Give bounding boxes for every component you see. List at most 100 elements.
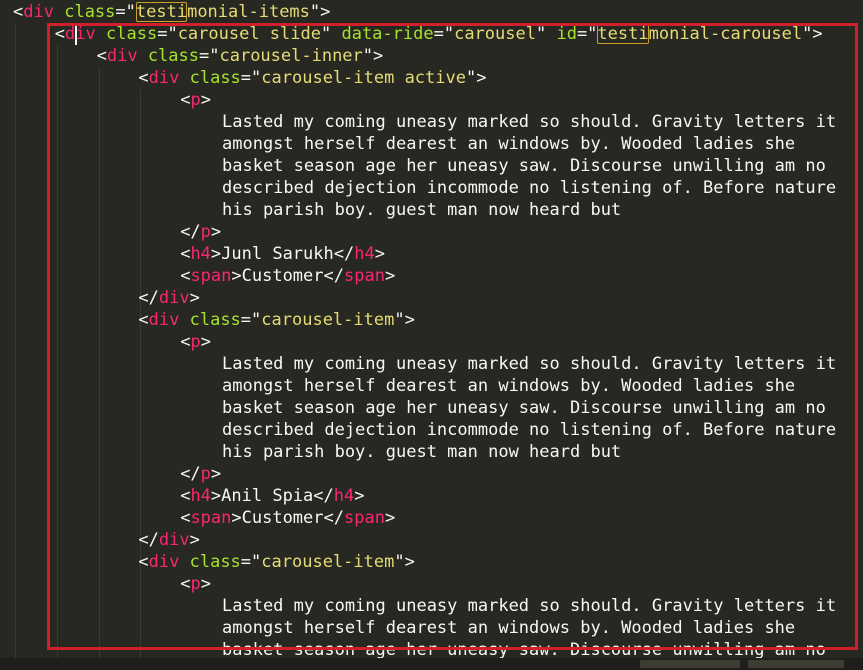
code-token: < bbox=[180, 332, 191, 352]
code-token: < bbox=[96, 46, 107, 66]
code-token: div bbox=[65, 24, 96, 44]
code-token: his parish boy. guest man now heard but bbox=[222, 442, 622, 462]
code-token: > bbox=[354, 486, 365, 506]
code-line[interactable]: amongst herself dearest an windows by. W… bbox=[222, 375, 795, 397]
code-editor[interactable]: <div class="testimonial-items"> <div clas… bbox=[0, 0, 863, 670]
code-token: div bbox=[23, 2, 54, 22]
code-line[interactable]: Lasted my coming uneasy marked so should… bbox=[222, 595, 836, 617]
code-line[interactable]: </div> bbox=[138, 529, 199, 551]
code-token: < bbox=[180, 266, 191, 286]
code-token: > bbox=[200, 574, 211, 594]
code-line[interactable]: <h4>Junl Sarukh</h4> bbox=[180, 243, 385, 265]
code-token: amongst herself dearest an windows by. W… bbox=[222, 376, 796, 396]
code-token: "> bbox=[802, 24, 823, 44]
code-line[interactable]: amongst herself dearest an windows by. W… bbox=[222, 617, 795, 639]
code-token: </ bbox=[180, 222, 201, 242]
code-token: class bbox=[64, 2, 116, 22]
code-token: class bbox=[189, 310, 241, 330]
code-token: < bbox=[138, 552, 149, 572]
code-token: =" bbox=[199, 46, 220, 66]
code-token: >Customer</ bbox=[231, 508, 344, 528]
code-token: div bbox=[148, 310, 180, 330]
code-token: described dejection incommode no listeni… bbox=[222, 178, 837, 198]
code-line[interactable]: <div class="carousel-item active"> bbox=[138, 67, 486, 89]
code-token: div bbox=[158, 288, 190, 308]
code-token: span bbox=[343, 508, 385, 528]
code-token: p bbox=[200, 464, 211, 484]
code-line[interactable]: his parish boy. guest man now heard but bbox=[222, 441, 621, 463]
code-line[interactable]: <div class="carousel-inner"> bbox=[97, 45, 384, 67]
code-line[interactable]: </p> bbox=[180, 463, 221, 485]
code-token: < bbox=[180, 90, 191, 110]
code-token: div bbox=[148, 552, 180, 572]
code-line[interactable]: amongst herself dearest an windows by. W… bbox=[222, 133, 795, 155]
code-token: p bbox=[190, 332, 201, 352]
code-token: id bbox=[556, 24, 577, 44]
code-line[interactable]: </div> bbox=[138, 287, 199, 309]
code-token: Lasted my coming uneasy marked so should… bbox=[222, 112, 837, 132]
code-token: =" bbox=[433, 24, 455, 44]
code-token: =" bbox=[115, 2, 136, 22]
code-line[interactable]: <div class="carousel slide" data-ride="c… bbox=[55, 23, 823, 45]
code-line[interactable]: Lasted my coming uneasy marked so should… bbox=[222, 111, 836, 133]
code-line[interactable]: Lasted my coming uneasy marked so should… bbox=[222, 353, 836, 375]
code-line[interactable]: <span>Customer</span> bbox=[180, 507, 395, 529]
code-line[interactable]: described dejection incommode no listeni… bbox=[222, 419, 836, 441]
code-token: </ bbox=[180, 464, 201, 484]
code-token: basket season age her uneasy saw. Discou… bbox=[222, 156, 826, 176]
code-token: span bbox=[190, 508, 232, 528]
code-line[interactable]: <div class="testimonial-items"> bbox=[13, 1, 330, 23]
code-token: class bbox=[147, 46, 199, 66]
code-token: >Junl Sarukh</ bbox=[210, 244, 355, 264]
code-line[interactable]: <div class="carousel-item"> bbox=[138, 309, 414, 331]
code-line[interactable]: <p> bbox=[180, 331, 211, 353]
indent-guide bbox=[56, 45, 58, 670]
code-token: "> bbox=[465, 68, 487, 88]
horizontal-scrollbar[interactable] bbox=[0, 658, 863, 670]
code-token: carousel slide bbox=[177, 24, 321, 44]
code-line[interactable]: <p> bbox=[180, 89, 211, 111]
code-line[interactable]: <h4>Anil Spia</h4> bbox=[180, 485, 364, 507]
code-line[interactable]: his parish boy. guest man now heard but bbox=[222, 199, 621, 221]
code-token: </ bbox=[138, 530, 159, 550]
scrollbar-thumb[interactable] bbox=[640, 660, 740, 668]
scrollbar-thumb-secondary[interactable] bbox=[748, 660, 844, 668]
code-line[interactable]: basket season age her uneasy saw. Discou… bbox=[222, 155, 826, 177]
code-line[interactable]: described dejection incommode no listeni… bbox=[222, 177, 836, 199]
code-token: span bbox=[343, 266, 385, 286]
code-token: < bbox=[138, 310, 149, 330]
code-token: data-ride bbox=[341, 24, 434, 44]
code-line[interactable]: <p> bbox=[180, 573, 211, 595]
code-token: described dejection incommode no listeni… bbox=[222, 420, 837, 440]
code-token: =" bbox=[240, 68, 262, 88]
code-token: "> bbox=[309, 2, 331, 22]
code-token: " bbox=[320, 24, 342, 44]
code-token: carousel-item bbox=[261, 552, 395, 572]
code-token: carousel bbox=[454, 24, 536, 44]
code-token: "> bbox=[394, 310, 415, 330]
search-match-token: testi bbox=[135, 2, 188, 22]
code-line[interactable]: basket season age her uneasy saw. Discou… bbox=[222, 397, 826, 419]
code-token: h4 bbox=[333, 486, 355, 506]
code-token: carousel-item active bbox=[261, 68, 466, 88]
code-line[interactable]: <span>Customer</span> bbox=[180, 265, 395, 287]
code-token: < bbox=[13, 2, 24, 22]
code-token: > bbox=[189, 530, 200, 550]
code-token: </ bbox=[138, 288, 159, 308]
code-token: div bbox=[148, 68, 180, 88]
code-token: Lasted my coming uneasy marked so should… bbox=[222, 354, 837, 374]
indent-guide bbox=[15, 23, 16, 670]
code-token: p bbox=[200, 222, 211, 242]
code-token: div bbox=[106, 46, 138, 66]
code-token: span bbox=[190, 266, 232, 286]
code-token: < bbox=[138, 68, 149, 88]
code-line[interactable]: </p> bbox=[180, 221, 221, 243]
code-token: < bbox=[54, 24, 66, 44]
code-line[interactable]: <div class="carousel-item"> bbox=[138, 551, 414, 573]
code-token: Lasted my coming uneasy marked so should… bbox=[222, 596, 837, 616]
code-token: amongst herself dearest an windows by. W… bbox=[222, 618, 796, 638]
code-token: monial-carousel bbox=[648, 24, 803, 44]
